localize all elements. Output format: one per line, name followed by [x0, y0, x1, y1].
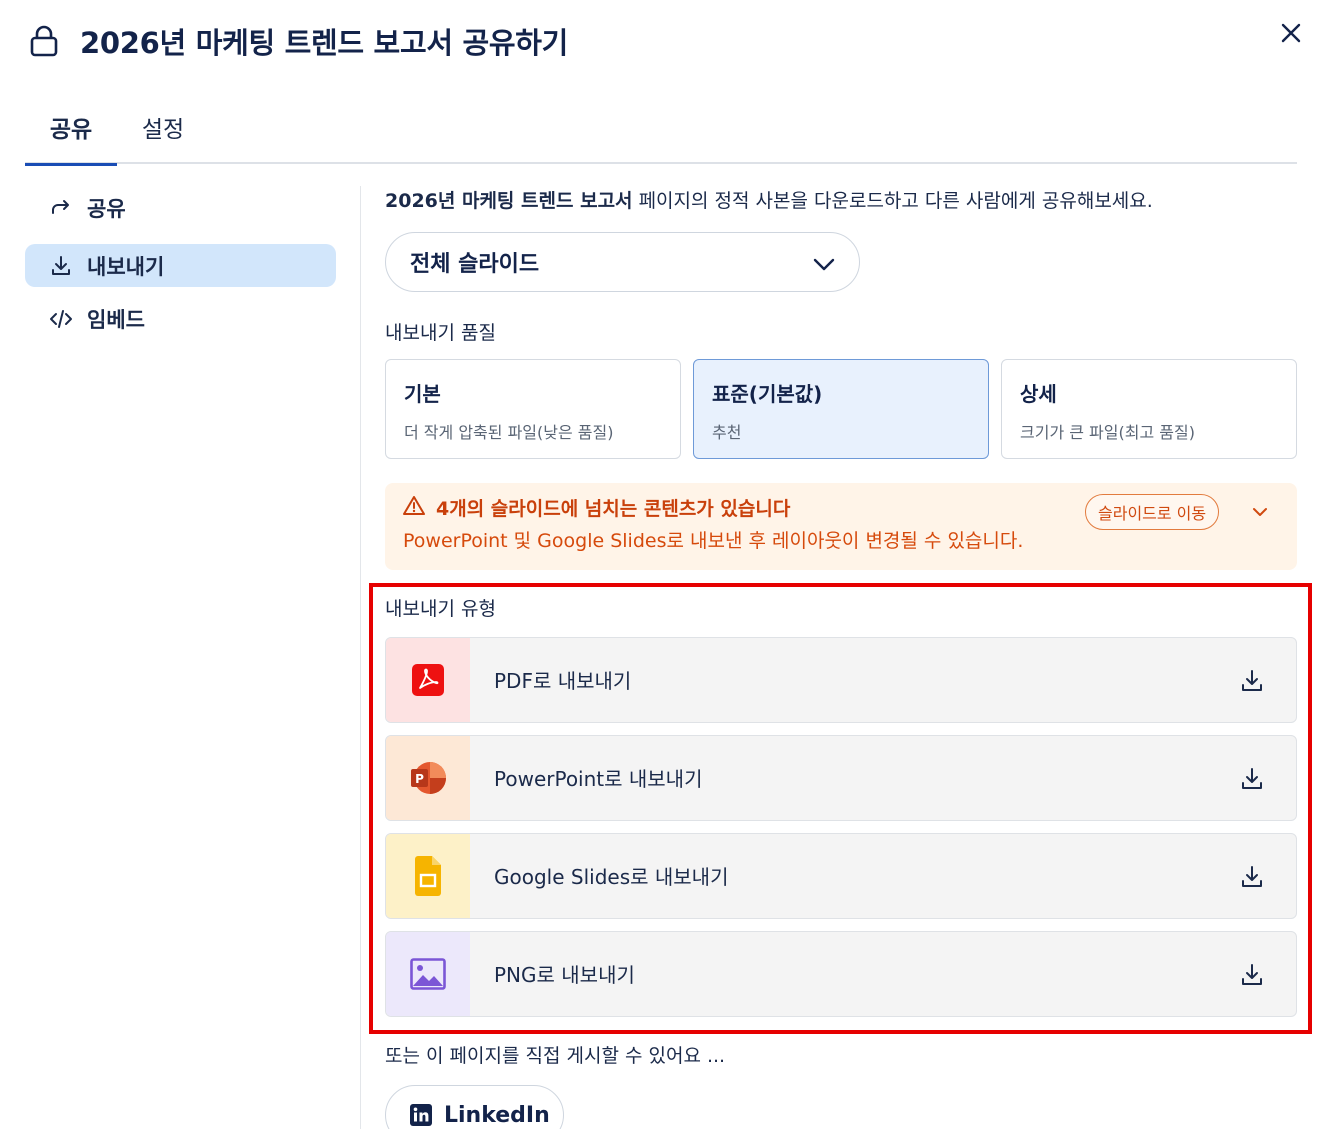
- export-label: PDF로 내보내기: [494, 669, 632, 693]
- sidebar-item-export[interactable]: 내보내기: [25, 244, 336, 287]
- quality-label: 내보내기 품질: [385, 322, 496, 344]
- pdf-icon: [412, 664, 444, 696]
- svg-text:P: P: [415, 772, 424, 786]
- sidebar-item-label: 임베드: [87, 307, 145, 332]
- dialog-header: 2026년 마케팅 트렌드 보고서 공유하기: [0, 0, 1323, 90]
- quality-options: 기본 더 작게 압축된 파일(낮은 품질) 표준(기본값) 추천 상세 크기가 …: [385, 359, 1297, 459]
- code-icon: [49, 307, 73, 331]
- download-icon: [1242, 768, 1262, 789]
- sidebar-item-label: 내보내기: [87, 254, 165, 279]
- overflow-warning: 4개의 슬라이드에 넘치는 콘텐츠가 있습니다 PowerPoint 및 Goo…: [385, 483, 1297, 570]
- quality-option-title: 상세: [1020, 382, 1057, 406]
- download-icon: [1242, 670, 1262, 691]
- intro-title: 2026년 마케팅 트렌드 보고서: [385, 190, 633, 212]
- export-pdf-button[interactable]: PDF로 내보내기: [385, 637, 1297, 723]
- slides-select-value: 전체 슬라이드: [410, 252, 540, 277]
- sidebar-item-label: 공유: [87, 196, 126, 221]
- intro-description: 페이지의 정적 사본을 다운로드하고 다른 사람에게 공유해보세요.: [632, 190, 1153, 212]
- download-icon: [1242, 866, 1262, 887]
- quality-option-title: 기본: [404, 382, 441, 406]
- quality-option-title: 표준(기본값): [712, 382, 823, 406]
- chevron-down-icon[interactable]: [1249, 501, 1271, 523]
- direct-post-label: 또는 이 페이지를 직접 게시할 수 있어요 ...: [385, 1045, 726, 1067]
- export-google-slides-button[interactable]: Google Slides로 내보내기: [385, 833, 1297, 919]
- warning-icon: [403, 496, 425, 515]
- export-label: Google Slides로 내보내기: [494, 865, 729, 889]
- export-type-label: 내보내기 유형: [385, 598, 496, 620]
- export-label: PowerPoint로 내보내기: [494, 767, 703, 791]
- sidebar-item-embed[interactable]: 임베드: [25, 297, 336, 340]
- linkedin-icon: [410, 1104, 432, 1126]
- export-icon-area: [386, 834, 470, 918]
- go-to-slides-button[interactable]: 슬라이드로 이동: [1085, 494, 1220, 530]
- vertical-divider: [360, 186, 361, 1129]
- share-arrow-icon: [49, 196, 73, 220]
- chevron-down-icon: [813, 258, 835, 271]
- quality-option-desc: 크기가 큰 파일(최고 품질): [1020, 423, 1195, 442]
- warning-title: 4개의 슬라이드에 넘치는 콘텐츠가 있습니다: [436, 498, 791, 520]
- export-png-button[interactable]: PNG로 내보내기: [385, 931, 1297, 1017]
- sidebar-item-share[interactable]: 공유: [25, 186, 336, 229]
- image-icon: [410, 958, 446, 990]
- quality-option-desc: 더 작게 압축된 파일(낮은 품질): [404, 423, 614, 442]
- export-powerpoint-button[interactable]: P PowerPoint로 내보내기: [385, 735, 1297, 821]
- warning-text: PowerPoint 및 Google Slides로 내보낸 후 레이아웃이 …: [403, 530, 1024, 552]
- share-dialog: 2026년 마케팅 트렌드 보고서 공유하기 공유 설정 공유 내보내기 임베드…: [0, 0, 1323, 1129]
- export-icon-area: [386, 638, 470, 722]
- quality-option-desc: 추천: [712, 423, 742, 442]
- tab-settings[interactable]: 설정: [125, 110, 201, 162]
- quality-option-detailed[interactable]: 상세 크기가 큰 파일(최고 품질): [1001, 359, 1297, 459]
- export-icon-area: [386, 932, 470, 1016]
- dialog-title: 2026년 마케팅 트렌드 보고서 공유하기: [80, 26, 569, 60]
- close-icon[interactable]: [1276, 18, 1306, 48]
- linkedin-button[interactable]: LinkedIn: [385, 1085, 564, 1129]
- download-icon: [1242, 964, 1262, 985]
- powerpoint-icon: P: [411, 762, 446, 794]
- quality-option-standard[interactable]: 표준(기본값) 추천: [693, 359, 989, 459]
- download-icon: [49, 254, 73, 278]
- slides-select[interactable]: 전체 슬라이드: [385, 232, 860, 292]
- linkedin-label: LinkedIn: [444, 1102, 550, 1128]
- quality-option-basic[interactable]: 기본 더 작게 압축된 파일(낮은 품질): [385, 359, 681, 459]
- intro-text: 2026년 마케팅 트렌드 보고서 페이지의 정적 사본을 다운로드하고 다른 …: [385, 186, 1153, 213]
- export-icon-area: P: [386, 736, 470, 820]
- tab-bar: 공유 설정: [25, 100, 1297, 166]
- tab-share[interactable]: 공유: [25, 110, 117, 166]
- google-slides-icon: [415, 856, 441, 896]
- export-label: PNG로 내보내기: [494, 963, 635, 987]
- lock-icon: [30, 25, 58, 57]
